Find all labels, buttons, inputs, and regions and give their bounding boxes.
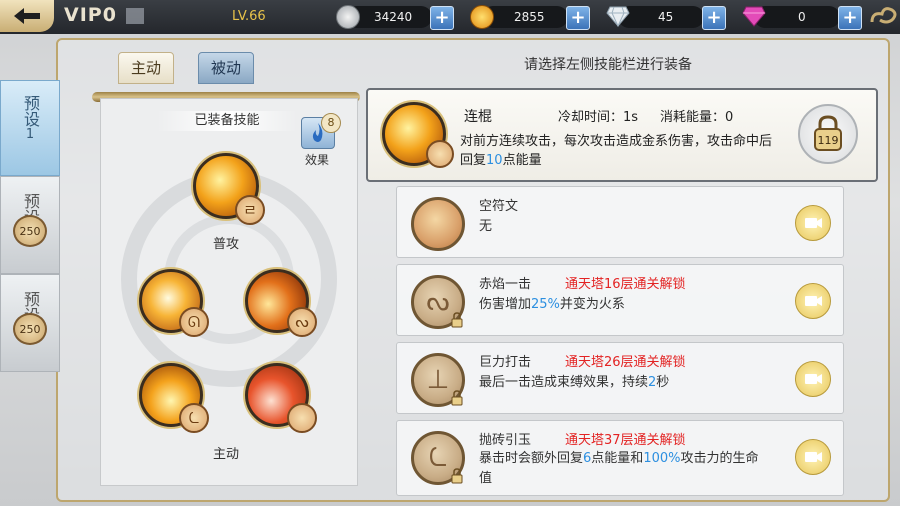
vip-badge-icon xyxy=(126,8,144,24)
video-button[interactable] xyxy=(795,283,831,319)
equipped-title: 已装备技能 xyxy=(157,111,297,131)
video-button[interactable] xyxy=(795,439,831,475)
silver-value: 34240 xyxy=(374,10,413,24)
gold-ingot-icon xyxy=(470,5,494,29)
upgrade-cost: 119 xyxy=(817,134,839,147)
detail-description: 对前方连续攻击，每次攻击造成金系伤害，攻击命中后回复10点能量 xyxy=(460,132,778,170)
active-skill-4-badge xyxy=(287,403,317,433)
add-gold-button[interactable]: + xyxy=(566,6,590,30)
add-diamond-button[interactable]: + xyxy=(702,6,726,30)
detail-skill-name: 连棍 xyxy=(464,109,492,125)
add-silver-button[interactable]: + xyxy=(430,6,454,30)
rune-name: 空符文 xyxy=(479,199,519,214)
cloud-ornament-icon xyxy=(868,2,898,32)
energy-label: 消耗能量： xyxy=(660,110,726,125)
preset-1-label: 预设 xyxy=(21,95,40,127)
rune-desc-a: 最后一击造成束缚效果，持续 xyxy=(479,375,649,390)
player-level: LV.66 xyxy=(232,9,266,24)
rune-icon: ᘇ xyxy=(411,431,465,485)
rune-description: 暴击时会额外回复6点能量和100%攻击力的生命值 xyxy=(479,449,769,489)
rune-icon-empty xyxy=(411,197,465,251)
tab-passive-skills[interactable]: 被动 xyxy=(198,52,255,84)
active-skill-1-badge: ᘏ xyxy=(179,307,209,337)
equipped-skills-panel: 已装备技能 8 效果 ㄹ 普攻 ᘏ ᔓ ᘇ 主动 xyxy=(100,98,358,486)
skill-detail-card: 连棍 冷却时间：1s 消耗能量：0 对前方连续攻击，每次攻击造成金系伤害，攻击命… xyxy=(366,88,878,182)
rune-description: 伤害增加25%并变为火系 xyxy=(479,295,769,315)
rune-desc-b: 秒 xyxy=(656,375,670,390)
preset-tab-3[interactable]: 预设 3 250 xyxy=(0,274,60,372)
cooldown-value: 1s xyxy=(623,110,639,125)
gold-value: 2855 xyxy=(514,10,545,24)
energy-value: 0 xyxy=(725,110,734,125)
back-button[interactable] xyxy=(0,0,54,32)
rune-row-1[interactable]: 空符文 无 xyxy=(396,186,844,258)
back-arrow-icon xyxy=(14,8,40,24)
rune-name: 抛砖引玉 xyxy=(479,433,532,448)
camera-icon xyxy=(805,296,822,306)
add-gem-button[interactable]: + xyxy=(838,6,862,30)
video-button[interactable] xyxy=(795,205,831,241)
rune-row-4[interactable]: ᘇ 抛砖引玉 通天塔37层通关解锁 暴击时会额外回复6点能量和100%攻击力的生… xyxy=(396,420,844,496)
effect-count-badge: 8 xyxy=(321,113,341,133)
rune-desc-a: 暴击时会额外回复 xyxy=(479,451,584,466)
rune-desc-text: 无 xyxy=(479,219,493,234)
active-skill-2-badge: ᔓ xyxy=(287,307,317,337)
camera-icon xyxy=(805,452,822,462)
effect-label: 效果 xyxy=(305,153,330,167)
detail-desc-num: 10 xyxy=(486,153,503,168)
preset-tab-1[interactable]: 预设 1 xyxy=(0,80,60,176)
diamond-value: 45 xyxy=(658,10,674,24)
rune-description: 无 xyxy=(479,217,769,237)
detail-desc-b: 点能量 xyxy=(502,153,542,168)
video-button[interactable] xyxy=(795,361,831,397)
rune-unlock-requirement: 通天塔26层通关解锁 xyxy=(565,355,686,370)
gem-pill xyxy=(754,6,840,28)
detail-energy: 消耗能量：0 xyxy=(660,106,733,125)
diamond-icon xyxy=(606,5,630,28)
rune-icon: ᔓ xyxy=(411,275,465,329)
rune-name: 巨力打击 xyxy=(479,355,532,370)
small-lock-icon xyxy=(451,390,463,406)
vip-level[interactable]: VIP0 xyxy=(64,4,117,26)
preset-tab-2[interactable]: 预设 2 250 xyxy=(0,176,60,274)
normal-attack-label: 普攻 xyxy=(212,237,239,252)
rune-desc-value: 25% xyxy=(531,297,560,312)
detail-rune-slot xyxy=(426,140,454,168)
rune-row-2[interactable]: ᔓ 赤焰一击 通天塔16层通关解锁 伤害增加25%并变为火系 xyxy=(396,264,844,336)
small-lock-icon xyxy=(451,468,463,484)
normal-attack-badge: ㄹ xyxy=(235,195,265,225)
active-label: 主动 xyxy=(212,447,239,462)
rune-unlock-requirement: 通天塔16层通关解锁 xyxy=(565,277,686,292)
rune-desc-b: 并变为火系 xyxy=(559,297,625,312)
rune-desc-a: 伤害增加 xyxy=(479,297,532,312)
small-lock-icon xyxy=(451,312,463,328)
camera-icon xyxy=(805,374,822,384)
gem-value: 0 xyxy=(798,10,806,24)
camera-icon xyxy=(805,218,822,228)
rune-row-3[interactable]: ⊥ 巨力打击 通天塔26层通关解锁 最后一击造成束缚效果，持续2秒 xyxy=(396,342,844,414)
rune-desc-value-2: 100% xyxy=(643,451,681,466)
detail-cooldown: 冷却时间：1s xyxy=(558,106,638,125)
silver-coin-icon xyxy=(336,5,360,29)
rune-desc-b: 点能量和 xyxy=(591,451,644,466)
preset-1-number: 1 xyxy=(25,127,35,142)
pink-gem-icon xyxy=(742,5,766,27)
rune-description: 最后一击造成束缚效果，持续2秒 xyxy=(479,373,769,393)
rune-icon: ⊥ xyxy=(411,353,465,407)
preset-2-cost: 250 xyxy=(19,225,41,238)
tab-active-skills[interactable]: 主动 xyxy=(118,52,175,84)
upgrade-lock-button[interactable]: 119 xyxy=(798,104,858,164)
cooldown-label: 冷却时间： xyxy=(558,110,624,125)
instruction-text: 请选择左侧技能栏进行装备 xyxy=(524,57,692,73)
rune-unlock-requirement: 通天塔37层通关解锁 xyxy=(565,433,686,448)
preset-2-lock-icon: 250 xyxy=(13,215,47,247)
preset-3-cost: 250 xyxy=(19,323,41,336)
preset-3-lock-icon: 250 xyxy=(13,313,47,345)
active-skill-3-badge: ᘇ xyxy=(179,403,209,433)
rune-name: 赤焰一击 xyxy=(479,277,532,292)
